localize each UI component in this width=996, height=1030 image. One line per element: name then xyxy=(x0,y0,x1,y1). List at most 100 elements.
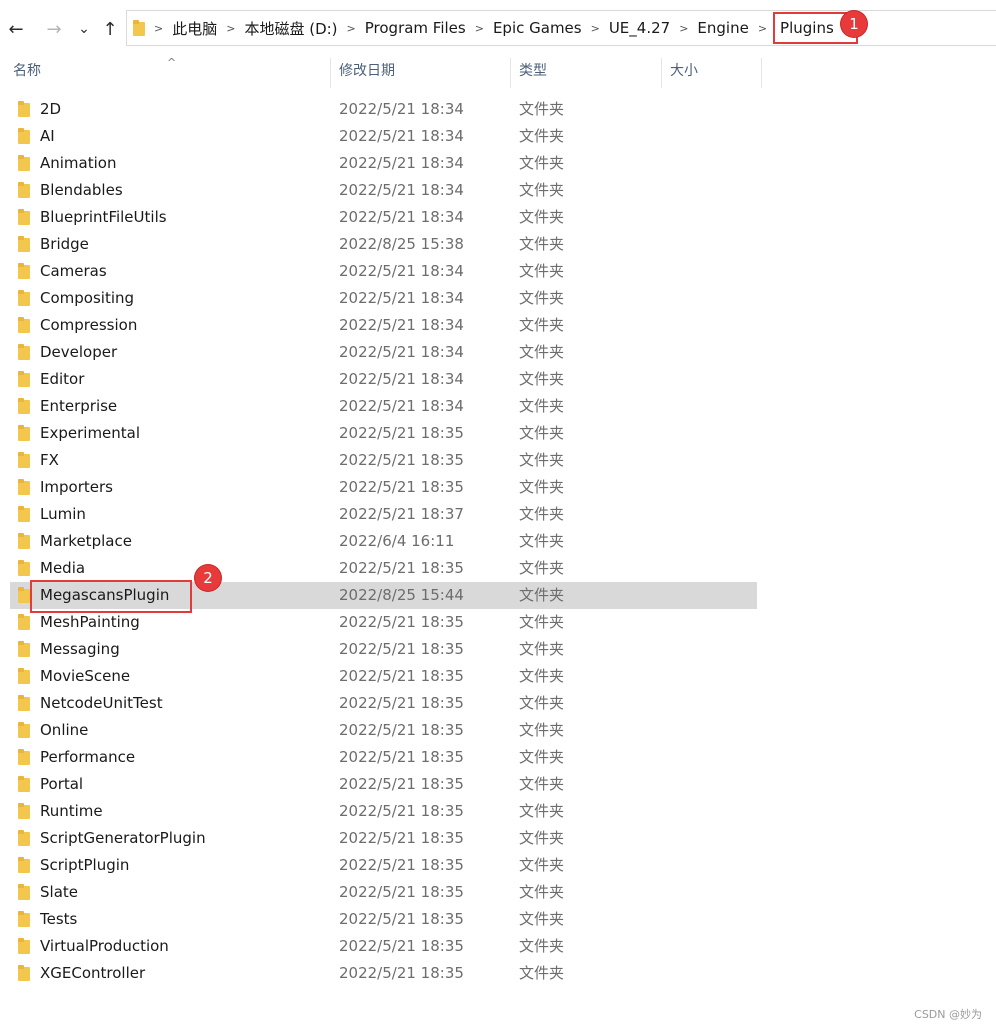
item-name: Lumin xyxy=(40,505,86,523)
item-modified-date: 2022/5/21 18:35 xyxy=(339,694,464,712)
list-item[interactable]: NetcodeUnitTest 2022/5/21 18:35 文件夹 xyxy=(10,690,757,717)
recent-locations-chevron-icon[interactable]: ⌄ xyxy=(73,16,95,42)
folder-icon xyxy=(18,749,30,765)
item-name: Blendables xyxy=(40,181,123,199)
list-item[interactable]: Blendables 2022/5/21 18:34 文件夹 xyxy=(10,177,757,204)
list-item[interactable]: Importers 2022/5/21 18:35 文件夹 xyxy=(10,474,757,501)
back-arrow-icon[interactable]: ← xyxy=(5,16,27,42)
breadcrumb-item[interactable]: 本地磁盘 (D:) xyxy=(244,18,337,39)
folder-icon xyxy=(18,911,30,927)
list-item[interactable]: Media 2022/5/21 18:35 文件夹 xyxy=(10,555,757,582)
chevron-right-icon[interactable]: > xyxy=(758,22,767,35)
folder-icon xyxy=(18,722,30,738)
column-header-type[interactable]: 类型 xyxy=(511,58,662,88)
item-modified-date: 2022/5/21 18:35 xyxy=(339,667,464,685)
item-name: ScriptPlugin xyxy=(40,856,130,874)
item-name: Cameras xyxy=(40,262,107,280)
list-item[interactable]: Developer 2022/5/21 18:34 文件夹 xyxy=(10,339,757,366)
column-header: 名称 ^ 修改日期 类型 大小 xyxy=(0,56,996,88)
folder-icon xyxy=(18,263,30,279)
list-item[interactable]: Marketplace 2022/6/4 16:11 文件夹 xyxy=(10,528,757,555)
list-item[interactable]: Online 2022/5/21 18:35 文件夹 xyxy=(10,717,757,744)
chevron-right-icon[interactable]: > xyxy=(475,22,484,35)
column-header-name[interactable]: 名称 ^ xyxy=(5,56,331,88)
forward-arrow-icon[interactable]: → xyxy=(43,16,65,42)
folder-icon xyxy=(18,884,30,900)
list-item[interactable]: MovieScene 2022/5/21 18:35 文件夹 xyxy=(10,663,757,690)
column-header-modified[interactable]: 修改日期 xyxy=(331,58,511,88)
item-name: Performance xyxy=(40,748,136,766)
item-name: 2D xyxy=(40,100,62,118)
item-name: XGEController xyxy=(40,964,146,982)
list-item[interactable]: Animation 2022/5/21 18:34 文件夹 xyxy=(10,150,757,177)
list-item[interactable]: 2D 2022/5/21 18:34 文件夹 xyxy=(10,96,757,123)
list-item[interactable]: Experimental 2022/5/21 18:35 文件夹 xyxy=(10,420,757,447)
list-item[interactable]: Enterprise 2022/5/21 18:34 文件夹 xyxy=(10,393,757,420)
list-item[interactable]: Tests 2022/5/21 18:35 文件夹 xyxy=(10,906,757,933)
chevron-right-icon[interactable]: > xyxy=(591,22,600,35)
list-item[interactable]: Cameras 2022/5/21 18:34 文件夹 xyxy=(10,258,757,285)
item-type: 文件夹 xyxy=(519,748,565,766)
item-type: 文件夹 xyxy=(519,613,565,631)
item-name: Enterprise xyxy=(40,397,118,415)
item-type: 文件夹 xyxy=(519,316,565,334)
list-item[interactable]: BlueprintFileUtils 2022/5/21 18:34 文件夹 xyxy=(10,204,757,231)
item-modified-date: 2022/5/21 18:35 xyxy=(339,748,464,766)
item-name: MeshPainting xyxy=(40,613,140,631)
item-modified-date: 2022/5/21 18:35 xyxy=(339,451,464,469)
list-item[interactable]: Runtime 2022/5/21 18:35 文件夹 xyxy=(10,798,757,825)
item-modified-date: 2022/5/21 18:34 xyxy=(339,154,464,172)
item-type: 文件夹 xyxy=(519,964,565,982)
list-item[interactable]: VirtualProduction 2022/5/21 18:35 文件夹 xyxy=(10,933,757,960)
navigation-bar: ← → ⌄ ↑ > 此电脑 > 本地磁盘 (D:) > Program Files > Ep… xyxy=(0,0,996,58)
breadcrumb-item[interactable]: Engine xyxy=(697,19,748,37)
list-item[interactable]: XGEController 2022/5/21 18:35 文件夹 xyxy=(10,960,757,987)
item-modified-date: 2022/5/21 18:35 xyxy=(339,559,464,577)
file-explorer-window: ← → ⌄ ↑ > 此电脑 > 本地磁盘 (D:) > Program Files > Ep… xyxy=(0,0,996,1030)
chevron-right-icon[interactable]: > xyxy=(154,22,163,35)
folder-icon xyxy=(18,155,30,171)
folder-icon xyxy=(18,344,30,360)
folder-icon xyxy=(18,641,30,657)
item-type: 文件夹 xyxy=(519,910,565,928)
list-item[interactable]: Lumin 2022/5/21 18:37 文件夹 xyxy=(10,501,757,528)
breadcrumb-item[interactable]: UE_4.27 xyxy=(609,19,670,37)
list-item[interactable]: Messaging 2022/5/21 18:35 文件夹 xyxy=(10,636,757,663)
list-item[interactable]: Performance 2022/5/21 18:35 文件夹 xyxy=(10,744,757,771)
list-item[interactable]: ScriptPlugin 2022/5/21 18:35 文件夹 xyxy=(10,852,757,879)
item-name: Compression xyxy=(40,316,138,334)
chevron-right-icon[interactable]: > xyxy=(679,22,688,35)
list-item[interactable]: Portal 2022/5/21 18:35 文件夹 xyxy=(10,771,757,798)
item-type: 文件夹 xyxy=(519,802,565,820)
chevron-right-icon[interactable]: > xyxy=(347,22,356,35)
list-item[interactable]: Editor 2022/5/21 18:34 文件夹 xyxy=(10,366,757,393)
list-item[interactable]: ScriptGeneratorPlugin 2022/5/21 18:35 文件夹 xyxy=(10,825,757,852)
folder-icon xyxy=(18,317,30,333)
breadcrumb-item[interactable]: Program Files xyxy=(365,19,466,37)
list-item[interactable]: Slate 2022/5/21 18:35 文件夹 xyxy=(10,879,757,906)
list-item[interactable]: Compression 2022/5/21 18:34 文件夹 xyxy=(10,312,757,339)
item-type: 文件夹 xyxy=(519,127,565,145)
item-name: MovieScene xyxy=(40,667,131,685)
list-item[interactable]: FX 2022/5/21 18:35 文件夹 xyxy=(10,447,757,474)
up-arrow-icon[interactable]: ↑ xyxy=(99,16,121,42)
list-item[interactable]: AI 2022/5/21 18:34 文件夹 xyxy=(10,123,757,150)
item-type: 文件夹 xyxy=(519,289,565,307)
item-type: 文件夹 xyxy=(519,424,565,442)
list-item[interactable]: Bridge 2022/8/25 15:38 文件夹 xyxy=(10,231,757,258)
item-name: AI xyxy=(40,127,55,145)
item-type: 文件夹 xyxy=(519,883,565,901)
breadcrumb-item[interactable]: Epic Games xyxy=(493,19,582,37)
list-item[interactable]: MeshPainting 2022/5/21 18:35 文件夹 xyxy=(10,609,757,636)
item-type: 文件夹 xyxy=(519,478,565,496)
folder-icon xyxy=(18,533,30,549)
chevron-right-icon[interactable]: > xyxy=(226,22,235,35)
item-type: 文件夹 xyxy=(519,235,565,253)
item-type: 文件夹 xyxy=(519,667,565,685)
breadcrumb-item[interactable]: 此电脑 xyxy=(172,18,217,39)
folder-icon xyxy=(18,128,30,144)
annotation-highlight-box xyxy=(30,580,192,613)
column-header-size[interactable]: 大小 xyxy=(662,58,762,88)
list-item[interactable]: Compositing 2022/5/21 18:34 文件夹 xyxy=(10,285,757,312)
annotation-badge-2: 2 xyxy=(195,565,221,591)
